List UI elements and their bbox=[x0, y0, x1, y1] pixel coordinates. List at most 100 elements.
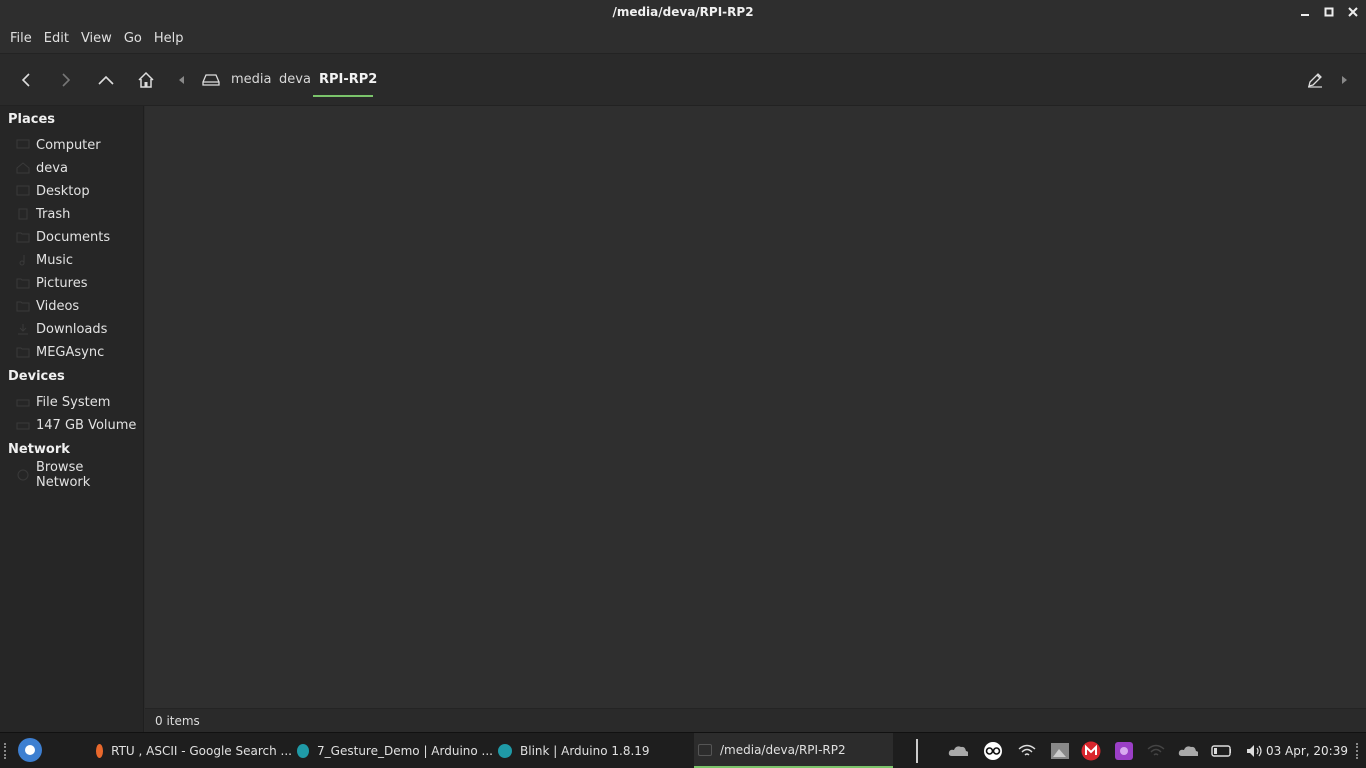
sidebar-item-deva[interactable]: deva bbox=[16, 158, 140, 178]
breadcrumb-item-media[interactable]: media bbox=[231, 54, 272, 104]
window-controls bbox=[1298, 0, 1360, 24]
sidebar-item-147gb-volume[interactable]: 147 GB Volume bbox=[16, 415, 140, 435]
tray-app-purple[interactable] bbox=[1114, 741, 1134, 761]
menu-edit[interactable]: Edit bbox=[38, 31, 75, 46]
tray-network-signal[interactable] bbox=[1146, 741, 1166, 761]
sidebar-item-pictures[interactable]: Pictures bbox=[16, 273, 140, 293]
owl-icon bbox=[984, 742, 1002, 760]
chevron-right-icon bbox=[62, 73, 71, 87]
breadcrumb-scroll-right[interactable] bbox=[1332, 68, 1356, 92]
tray-battery[interactable] bbox=[1211, 741, 1231, 761]
computer-icon bbox=[16, 139, 30, 151]
folder-icon bbox=[16, 231, 30, 243]
sidebar-item-label: 147 GB Volume bbox=[36, 417, 137, 433]
maximize-button[interactable] bbox=[1322, 5, 1336, 19]
menu-view[interactable]: View bbox=[75, 31, 118, 46]
task-firefox[interactable]: RTU , ASCII - Google Search ... bbox=[96, 733, 292, 768]
sidebar-item-computer[interactable]: Computer bbox=[16, 135, 140, 155]
sidebar-item-browse-network[interactable]: Browse Network bbox=[16, 460, 140, 490]
close-icon bbox=[1348, 7, 1358, 17]
start-menu-button[interactable] bbox=[18, 738, 42, 762]
drive-icon bbox=[202, 74, 220, 86]
task-arduino-blink[interactable]: Blink | Arduino 1.8.19 bbox=[498, 733, 688, 768]
title-bar: /media/deva/RPI-RP2 bbox=[0, 0, 1366, 24]
network-icon bbox=[16, 469, 30, 481]
tray-image-viewer[interactable] bbox=[1050, 741, 1070, 761]
menu-bar: File Edit View Go Help bbox=[0, 24, 1366, 54]
status-bar: 0 items bbox=[145, 708, 1366, 732]
sidebar-item-label: File System bbox=[36, 394, 111, 410]
menu-help[interactable]: Help bbox=[148, 31, 190, 46]
task-label: /media/deva/RPI-RP2 bbox=[720, 742, 846, 757]
tray-vpn[interactable] bbox=[983, 741, 1003, 761]
sidebar-item-label: MEGAsync bbox=[36, 344, 105, 360]
up-button[interactable] bbox=[94, 68, 118, 92]
chevron-left-icon bbox=[21, 73, 30, 87]
tray-cloud[interactable] bbox=[948, 741, 968, 761]
sidebar: Places Computer deva Desktop Trash Docum… bbox=[0, 106, 144, 732]
sidebar-section-network: Network bbox=[8, 442, 70, 457]
folder-icon bbox=[16, 277, 30, 289]
sidebar-item-label: Computer bbox=[36, 137, 101, 153]
caret-left-icon bbox=[179, 76, 184, 84]
sidebar-item-trash[interactable]: Trash bbox=[16, 204, 140, 224]
desktop-icon bbox=[16, 185, 30, 197]
back-button[interactable] bbox=[14, 68, 38, 92]
download-icon bbox=[16, 323, 30, 335]
folder-icon bbox=[16, 346, 30, 358]
tray-wifi[interactable] bbox=[1017, 741, 1037, 761]
folder-icon bbox=[698, 743, 712, 756]
menu-go[interactable]: Go bbox=[118, 31, 148, 46]
battery-icon bbox=[1211, 745, 1231, 757]
task-label: 7_Gesture_Demo | Arduino ... bbox=[317, 743, 493, 758]
forward-button[interactable] bbox=[54, 68, 78, 92]
sidebar-item-label: Browse Network bbox=[36, 460, 91, 490]
edit-location-button[interactable] bbox=[1303, 68, 1327, 92]
tray-volume[interactable] bbox=[1245, 741, 1265, 761]
task-file-manager[interactable]: /media/deva/RPI-RP2 bbox=[694, 733, 893, 768]
item-count: 0 items bbox=[155, 713, 200, 728]
close-button[interactable] bbox=[1346, 5, 1360, 19]
sidebar-item-megasync[interactable]: MEGAsync bbox=[16, 342, 140, 362]
sidebar-item-desktop[interactable]: Desktop bbox=[16, 181, 140, 201]
file-view[interactable] bbox=[145, 106, 1366, 708]
sidebar-item-label: Trash bbox=[36, 206, 71, 222]
toolbar: media deva RPI-RP2 bbox=[0, 54, 1366, 106]
task-arduino-gesture[interactable]: 7_Gesture_Demo | Arduino ... bbox=[297, 733, 493, 768]
sidebar-item-label: Videos bbox=[36, 298, 80, 314]
minimize-button[interactable] bbox=[1298, 5, 1312, 19]
chevron-up-icon bbox=[98, 75, 114, 85]
tray-cloud-2[interactable] bbox=[1178, 741, 1198, 761]
sidebar-item-music[interactable]: Music bbox=[16, 250, 140, 270]
folder-icon bbox=[16, 300, 30, 312]
breadcrumb-item-deva[interactable]: deva bbox=[279, 54, 311, 104]
mega-icon bbox=[1081, 741, 1101, 761]
sidebar-item-file-system[interactable]: File System bbox=[16, 392, 140, 412]
home-button[interactable] bbox=[134, 68, 158, 92]
sidebar-item-label: deva bbox=[36, 160, 68, 176]
drive-root-button[interactable] bbox=[199, 68, 223, 92]
firefox-icon bbox=[96, 743, 104, 758]
trash-icon bbox=[16, 208, 30, 220]
sidebar-item-label: Pictures bbox=[36, 275, 88, 291]
tray-mega[interactable] bbox=[1081, 741, 1101, 761]
home-icon bbox=[138, 71, 154, 88]
sidebar-item-downloads[interactable]: Downloads bbox=[16, 319, 140, 339]
speaker-icon bbox=[1247, 745, 1262, 757]
active-crumb-indicator bbox=[313, 95, 373, 97]
breadcrumb-scroll-left[interactable] bbox=[170, 68, 194, 92]
arduino-icon bbox=[498, 743, 512, 758]
sidebar-section-places: Places bbox=[8, 112, 56, 127]
taskbar: RTU , ASCII - Google Search ... 7_Gestur… bbox=[0, 732, 1366, 768]
cloud-icon bbox=[1178, 746, 1198, 756]
sidebar-item-documents[interactable]: Documents bbox=[16, 227, 140, 247]
task-label: Blink | Arduino 1.8.19 bbox=[520, 743, 650, 758]
caret-right-icon bbox=[1342, 76, 1347, 84]
arduino-icon bbox=[297, 743, 310, 758]
wifi-icon bbox=[1147, 744, 1165, 756]
wifi-icon bbox=[1018, 744, 1036, 756]
clock[interactable]: 03 Apr, 20:39 bbox=[1266, 733, 1348, 768]
sidebar-item-videos[interactable]: Videos bbox=[16, 296, 140, 316]
drive-icon bbox=[16, 396, 30, 408]
menu-file[interactable]: File bbox=[4, 31, 38, 46]
